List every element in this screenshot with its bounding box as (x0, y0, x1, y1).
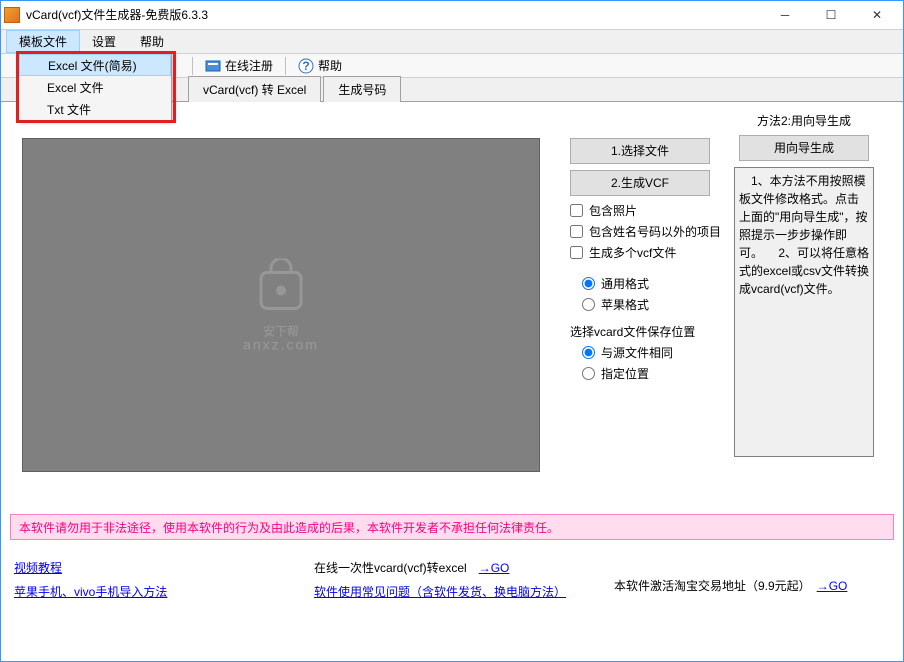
radio-apple-label: 苹果格式 (601, 296, 649, 313)
checkbox-other[interactable]: 包含姓名号码以外的项目 (570, 223, 728, 240)
generate-vcf-button[interactable]: 2.生成VCF (570, 170, 710, 196)
app-icon (4, 7, 20, 23)
menu-help[interactable]: 帮助 (128, 30, 176, 53)
taobao-text: 本软件激活淘宝交易地址（9.9元起） (614, 579, 817, 593)
radio-generic[interactable]: 通用格式 (582, 275, 728, 292)
tab-vcf-to-excel[interactable]: vCard(vcf) 转 Excel (188, 76, 321, 102)
radio-apple[interactable]: 苹果格式 (582, 296, 728, 313)
radio-generic-label: 通用格式 (601, 275, 649, 292)
toolbar-help[interactable]: ? 帮助 (294, 57, 346, 74)
watermark: 安下帮 anxz.com (243, 259, 319, 352)
window-title: vCard(vcf)文件生成器-免费版6.3.3 (26, 6, 762, 23)
close-button[interactable]: ✕ (854, 0, 900, 30)
wizard-info: 1、本方法不用按照模板文件修改格式。点击上面的"用向导生成"，按照提示一步步操作… (734, 167, 874, 457)
toolbar-separator (285, 57, 286, 75)
radio-same-source[interactable]: 与源文件相同 (582, 344, 728, 361)
radio-specify[interactable]: 指定位置 (582, 365, 728, 382)
minimize-button[interactable]: ─ (762, 0, 808, 30)
register-icon (205, 58, 221, 74)
maximize-button[interactable]: ☐ (808, 0, 854, 30)
toolbar-register[interactable]: 在线注册 (201, 57, 277, 74)
left-panel: 安下帮 anxz.com (0, 102, 552, 504)
link-video-tutorial[interactable]: 视频教程 (14, 561, 62, 575)
help-icon: ? (298, 58, 314, 74)
radio-generic-input[interactable] (582, 277, 595, 290)
disclaimer-bar: 本软件请勿用于非法途径，使用本软件的行为及由此造成的后果，本软件开发者不承担任何… (10, 514, 894, 540)
right-panel: 方法2:用向导生成 用向导生成 1、本方法不用按照模板文件修改格式。点击上面的"… (728, 102, 886, 504)
link-apple-vivo[interactable]: 苹果手机、vivo手机导入方法 (14, 585, 167, 599)
dropdown-excel[interactable]: Excel 文件 (19, 76, 171, 98)
format-group: 通用格式 苹果格式 (570, 275, 728, 313)
template-dropdown: Excel 文件(简易) Excel 文件 Txt 文件 (18, 53, 172, 121)
links-col-1: 视频教程 苹果手机、vivo手机导入方法 (14, 556, 290, 604)
main-content: 安下帮 anxz.com 1.选择文件 2.生成VCF 包含照片 包含姓名号码以… (0, 102, 904, 504)
links-row: 视频教程 苹果手机、vivo手机导入方法 在线一次性vcard(vcf)转exc… (0, 544, 904, 610)
online-convert-text: 在线一次性vcard(vcf)转excel (314, 561, 479, 575)
checkbox-photo[interactable]: 包含照片 (570, 202, 728, 219)
titlebar: vCard(vcf)文件生成器-免费版6.3.3 ─ ☐ ✕ (0, 0, 904, 30)
menu-settings[interactable]: 设置 (80, 30, 128, 53)
link-faq[interactable]: 软件使用常见问题（含软件发货、换电脑方法） (314, 585, 566, 599)
checkbox-multi[interactable]: 生成多个vcf文件 (570, 244, 728, 261)
links-col-2: 在线一次性vcard(vcf)转excel →GO 软件使用常见问题（含软件发货… (314, 556, 590, 604)
checkbox-photo-label: 包含照片 (589, 202, 637, 219)
svg-text:?: ? (302, 59, 309, 73)
checkbox-photo-input[interactable] (570, 204, 583, 217)
toolbar-register-label: 在线注册 (225, 57, 273, 74)
checkbox-other-input[interactable] (570, 225, 583, 238)
radio-specify-input[interactable] (582, 367, 595, 380)
checkbox-other-label: 包含姓名号码以外的项目 (589, 223, 721, 240)
wizard-button[interactable]: 用向导生成 (739, 135, 869, 161)
menubar: 模板文件 设置 帮助 (0, 30, 904, 54)
dropdown-excel-simple[interactable]: Excel 文件(简易) (19, 54, 171, 76)
radio-same-input[interactable] (582, 346, 595, 359)
save-location-title: 选择vcard文件保存位置 (570, 323, 728, 340)
select-file-button[interactable]: 1.选择文件 (570, 138, 710, 164)
method2-title: 方法2:用向导生成 (732, 112, 876, 129)
radio-same-label: 与源文件相同 (601, 344, 673, 361)
checkbox-multi-input[interactable] (570, 246, 583, 259)
radio-apple-input[interactable] (582, 298, 595, 311)
links-col-3: 本软件激活淘宝交易地址（9.9元起） →GO (614, 556, 890, 604)
window-controls: ─ ☐ ✕ (762, 0, 900, 30)
preview-area: 安下帮 anxz.com (22, 138, 540, 472)
menu-template[interactable]: 模板文件 (6, 30, 80, 53)
toolbar-separator (192, 57, 193, 75)
radio-specify-label: 指定位置 (601, 365, 649, 382)
toolbar-help-label: 帮助 (318, 57, 342, 74)
dropdown-txt[interactable]: Txt 文件 (19, 98, 171, 120)
link-taobao-go[interactable]: →GO (817, 579, 848, 593)
link-online-go[interactable]: →GO (479, 561, 510, 575)
mid-panel: 1.选择文件 2.生成VCF 包含照片 包含姓名号码以外的项目 生成多个vcf文… (552, 102, 728, 504)
tab-generate-number[interactable]: 生成号码 (323, 76, 401, 102)
checkbox-multi-label: 生成多个vcf文件 (589, 244, 676, 261)
